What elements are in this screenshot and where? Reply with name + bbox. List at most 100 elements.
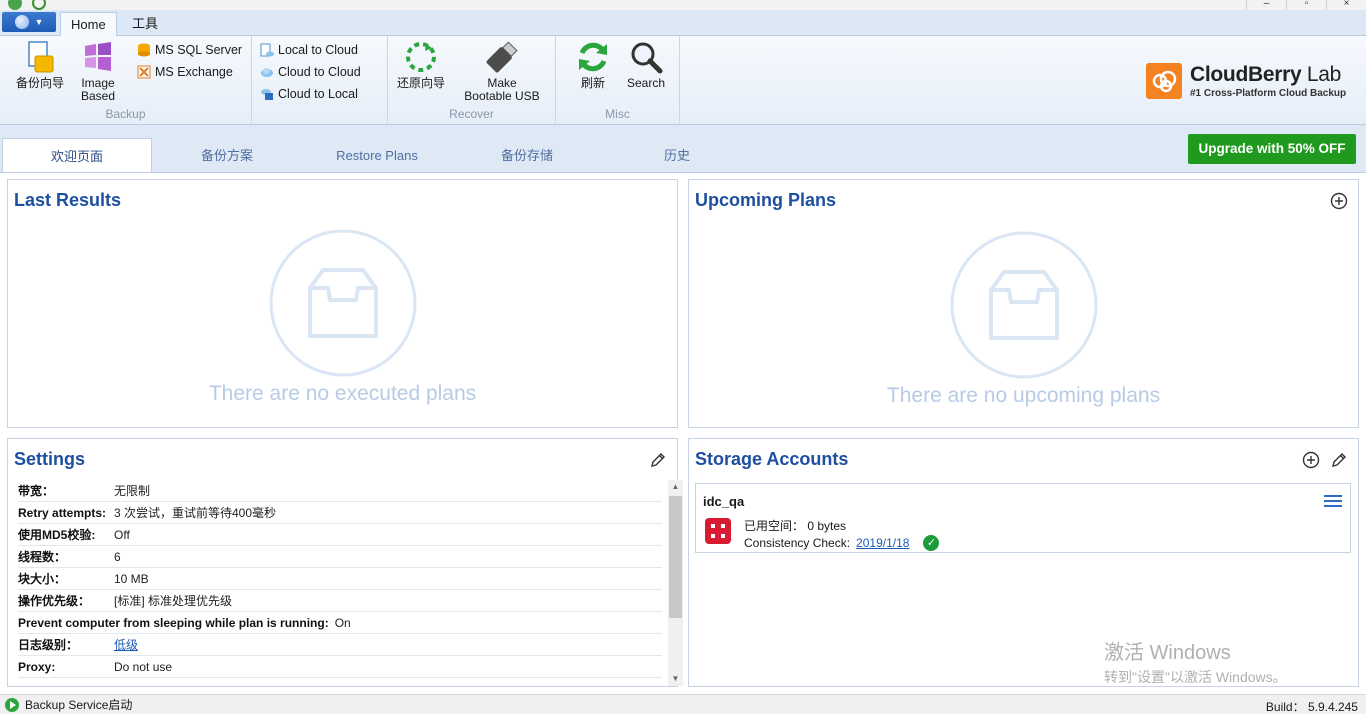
app-menu-button[interactable]: ▼: [2, 12, 56, 32]
settings-list: 带宽： 无限制 Retry attempts: 3 次尝试，重试前等待400毫秒 使…: [18, 480, 662, 686]
tab-history[interactable]: 历史: [602, 138, 752, 174]
recover-group-label: Recover: [449, 107, 494, 121]
ribbon-tab-tools[interactable]: 工具: [122, 12, 168, 37]
make-bootable-usb-button[interactable]: Make Bootable USB: [460, 40, 544, 103]
windows-logo-icon: [81, 40, 115, 74]
restore-wizard-icon: [404, 40, 438, 74]
settings-value: [标准] 标准处理优先级: [114, 594, 233, 608]
ms-sql-button[interactable]: MS SQL Server: [137, 40, 242, 60]
log-level-link[interactable]: 低级: [114, 636, 138, 653]
settings-key: 带宽：: [18, 484, 55, 498]
database-icon: [138, 43, 150, 57]
ribbon-tab-bar: ▼ Home 工具: [0, 10, 1366, 37]
used-space-value: 0 bytes: [807, 519, 847, 533]
empty-inbox-icon: [269, 229, 416, 377]
tab-restore-plans[interactable]: Restore Plans: [302, 138, 452, 174]
ribbon-group-backup: 备份向导 Image Based MS SQL Server MS Exchan…: [0, 36, 252, 125]
empty-inbox-icon: [950, 231, 1097, 379]
backup-wizard-button[interactable]: 备份向导: [10, 40, 70, 90]
scroll-up-icon[interactable]: ▲: [668, 480, 683, 494]
tab-backup-plans[interactable]: 备份方案: [152, 138, 302, 174]
settings-row: Prevent computer from sleeping while pla…: [18, 612, 662, 634]
scroll-down-icon[interactable]: ▼: [668, 672, 683, 686]
backup-wizard-icon: [23, 40, 57, 74]
settings-value: Off: [114, 527, 130, 542]
logo-name-bold: CloudBerry: [1190, 63, 1302, 86]
last-results-panel: Last Results There are no executed plans: [7, 179, 678, 428]
settings-key: Proxy:: [18, 659, 56, 674]
close-button[interactable]: ×: [1326, 0, 1366, 10]
windows-activation-watermark: 激活 Windows 转到"设置"以激活 Windows。: [1104, 636, 1287, 687]
usb-drive-icon: [485, 40, 519, 74]
settings-row: 使用MD5校验: Off: [18, 524, 662, 546]
refresh-icon: [576, 40, 610, 74]
watermark-line-2: 转到"设置"以激活 Windows。: [1104, 669, 1287, 685]
settings-title: Settings: [14, 449, 86, 469]
restore-wizard-button[interactable]: 还原向导: [391, 40, 451, 90]
exchange-icon: [137, 65, 151, 79]
backup-group-label: Backup: [105, 107, 146, 121]
last-results-title: Last Results: [14, 190, 122, 210]
maximize-button[interactable]: ▫: [1286, 0, 1326, 10]
settings-key: 块大小：: [18, 572, 67, 586]
status-bar: Backup Service启动 Build： 5.9.4.245: [0, 694, 1366, 714]
upcoming-empty-text: There are no upcoming plans: [886, 384, 1161, 407]
settings-tools: [649, 451, 667, 469]
used-space-label: 已用空间：: [744, 519, 805, 533]
used-space-line: 已用空间： 0 bytes: [744, 517, 846, 534]
search-button[interactable]: Search: [618, 40, 674, 90]
last-results-empty-text: There are no executed plans: [208, 382, 477, 405]
scrollbar-thumb[interactable]: [669, 496, 682, 618]
settings-key: 操作优先级：: [18, 594, 91, 608]
consistency-check-date-link[interactable]: 2019/1/18: [856, 536, 909, 550]
title-bar: – ▫ ×: [0, 0, 1366, 10]
backup-wizard-label: 备份向导: [15, 76, 64, 90]
image-based-button[interactable]: Image Based: [68, 40, 128, 103]
settings-row: Proxy: Do not use: [18, 656, 662, 678]
settings-value: 无限制: [114, 484, 151, 498]
refresh-quick-icon[interactable]: [32, 0, 46, 10]
settings-row: 日志级别： 低级: [18, 634, 662, 656]
minimize-button[interactable]: –: [1246, 0, 1286, 10]
check-circle-icon: ✓: [923, 535, 940, 551]
search-icon: [629, 40, 663, 74]
globe-icon: [14, 15, 29, 29]
add-plan-icon[interactable]: [1330, 192, 1348, 210]
ms-exchange-button[interactable]: MS Exchange: [137, 62, 233, 82]
hamburger-menu-icon[interactable]: [1324, 492, 1342, 510]
ribbon: 备份向导 Image Based MS SQL Server MS Exchan…: [0, 36, 1366, 125]
settings-scrollbar[interactable]: ▲ ▼: [668, 480, 683, 686]
tab-backup-storage[interactable]: 备份存储: [452, 138, 602, 174]
ribbon-group-backup-cloud: [252, 36, 388, 125]
upgrade-button[interactable]: Upgrade with 50% OFF: [1188, 134, 1356, 164]
build-version: Build： 5.9.4.245: [1265, 700, 1358, 714]
settings-value: Do not use: [114, 659, 173, 674]
upcoming-empty: [689, 230, 1358, 383]
watermark-line-1: 激活 Windows: [1104, 642, 1231, 664]
edit-pencil-icon[interactable]: [1330, 451, 1348, 469]
settings-key: 线程数：: [18, 550, 67, 564]
upcoming-plans-panel: Upcoming Plans There are no upcoming pla…: [688, 179, 1359, 428]
settings-value: On: [334, 615, 351, 630]
refresh-button[interactable]: 刷新: [564, 40, 622, 90]
ms-exchange-label: MS Exchange: [155, 65, 233, 79]
refresh-label: 刷新: [580, 76, 605, 90]
upcoming-tools: [1330, 192, 1348, 210]
ribbon-tab-home[interactable]: Home: [60, 12, 117, 37]
logo-name-light: Lab: [1301, 63, 1342, 86]
storage-account-card[interactable]: idc_qa 已用空间： 0 bytes Consistency Check: …: [695, 483, 1351, 553]
tab-welcome[interactable]: 欢迎页面: [2, 138, 152, 174]
settings-value: 10 MB: [114, 571, 149, 586]
app-icon: [8, 0, 22, 10]
edit-pencil-icon[interactable]: [649, 451, 667, 469]
window-controls: – ▫ ×: [1246, 0, 1366, 10]
storage-account-name: idc_qa: [703, 494, 745, 509]
settings-panel: Settings 带宽： 无限制 Retry attempts: 3 次尝试，重试前…: [7, 438, 683, 687]
add-storage-icon[interactable]: [1302, 451, 1320, 469]
consistency-check-label: Consistency Check:: [744, 536, 851, 550]
settings-row: 带宽： 无限制: [18, 480, 662, 502]
misc-group-label: Misc: [605, 107, 630, 121]
logo-title: CloudBerry Lab: [1190, 63, 1346, 87]
settings-value: 6: [114, 549, 121, 564]
upcoming-plans-title: Upcoming Plans: [695, 190, 837, 210]
